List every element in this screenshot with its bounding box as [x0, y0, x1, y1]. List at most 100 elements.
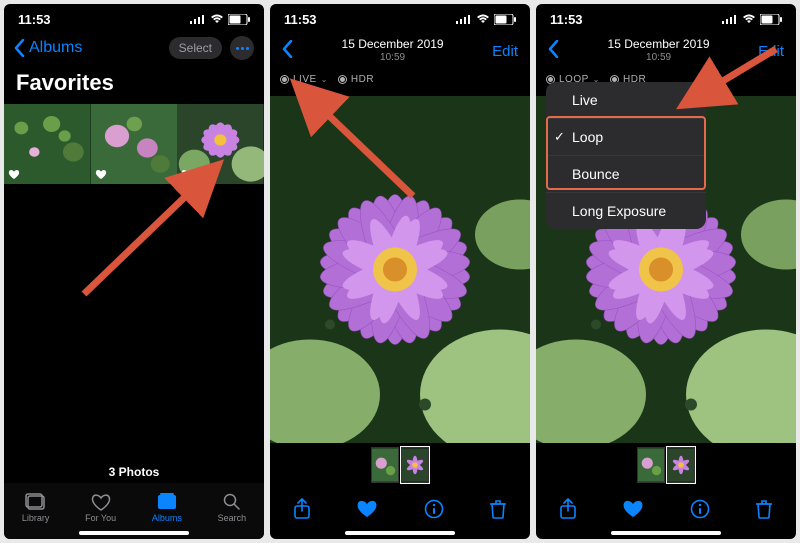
menu-item-bounce[interactable]: Bounce [546, 156, 706, 193]
tab-label: Albums [152, 513, 182, 523]
tab-search[interactable]: Search [218, 493, 247, 523]
tab-for-you[interactable]: For You [85, 493, 116, 523]
tab-library[interactable]: Library [22, 493, 50, 523]
menu-item-long-exposure[interactable]: Long Exposure [546, 193, 706, 229]
delete-button[interactable] [755, 499, 773, 524]
back-button[interactable] [548, 40, 559, 63]
back-button[interactable] [282, 40, 293, 63]
home-indicator[interactable] [611, 531, 721, 535]
favorite-button[interactable] [356, 499, 378, 524]
page-title: Favorites [4, 66, 264, 104]
status-bar: 11:53 [536, 4, 796, 34]
search-icon [223, 493, 241, 511]
date-text: 15 December 2019 [293, 38, 492, 52]
heart-icon [356, 499, 378, 519]
share-icon [559, 498, 577, 520]
signal-icon [456, 14, 472, 24]
photo-count: 3 Photos [4, 465, 264, 479]
filmstrip-thumb[interactable] [401, 447, 429, 483]
tab-label: Library [22, 513, 50, 523]
menu-item-live[interactable]: Live [546, 82, 706, 119]
menu-item-label: Live [572, 92, 598, 108]
info-icon [424, 499, 444, 519]
chevron-left-icon [548, 40, 559, 58]
favorite-icon [8, 169, 20, 180]
trash-icon [755, 499, 773, 519]
menu-item-label: Loop [572, 129, 603, 145]
library-icon [25, 493, 47, 511]
more-button[interactable] [230, 36, 254, 60]
tab-label: For You [85, 513, 116, 523]
wifi-icon [742, 14, 756, 24]
share-button[interactable] [559, 498, 577, 525]
home-indicator[interactable] [79, 531, 189, 535]
chevron-left-icon [14, 39, 25, 57]
battery-icon [760, 14, 782, 25]
live-effect-menu: Live ✓ Loop Bounce Long Exposure [546, 82, 706, 229]
time-text: 10:59 [559, 52, 758, 64]
favorite-icon [95, 169, 107, 180]
status-bar: 11:53 [4, 4, 264, 34]
signal-icon [722, 14, 738, 24]
tab-albums[interactable]: Albums [152, 493, 182, 523]
photo-date: 15 December 2019 10:59 [559, 38, 758, 63]
edit-button[interactable]: Edit [758, 43, 784, 60]
filmstrip[interactable] [270, 447, 530, 485]
filmstrip-thumb[interactable] [637, 447, 665, 483]
status-icons [190, 14, 250, 25]
status-bar: 11:53 [270, 4, 530, 34]
clock: 11:53 [550, 12, 583, 27]
clock: 11:53 [18, 12, 51, 27]
menu-item-loop[interactable]: ✓ Loop [546, 119, 706, 156]
trash-icon [489, 499, 507, 519]
photo-thumb[interactable] [177, 104, 264, 184]
signal-icon [190, 14, 206, 24]
badge-bar: LIVE ⌄ HDR [270, 68, 530, 89]
share-icon [293, 498, 311, 520]
screen-albums: 11:53 Albums Select Favorites [4, 4, 264, 539]
status-icons [456, 14, 516, 25]
live-badge[interactable]: LIVE ⌄ [280, 74, 328, 85]
menu-item-label: Long Exposure [572, 203, 666, 219]
filmstrip[interactable] [536, 447, 796, 485]
photo-date: 15 December 2019 10:59 [293, 38, 492, 63]
hdr-label: HDR [351, 74, 374, 85]
screen-live-menu: 11:53 15 December 2019 10:59 Edit LOOP ⌄ [536, 4, 796, 539]
select-button[interactable]: Select [169, 37, 222, 59]
edit-button[interactable]: Edit [492, 43, 518, 60]
time-text: 10:59 [293, 52, 492, 64]
check-icon: ✓ [554, 129, 565, 145]
photo-header: 15 December 2019 10:59 Edit [536, 34, 796, 68]
photo-header: 15 December 2019 10:59 Edit [270, 34, 530, 68]
delete-button[interactable] [489, 499, 507, 524]
back-label: Albums [29, 39, 82, 57]
filmstrip-thumb[interactable] [667, 447, 695, 483]
screen-photo-view: 11:53 15 December 2019 10:59 Edit LIVE ⌄ [270, 4, 530, 539]
filmstrip-thumb[interactable] [371, 447, 399, 483]
favorite-icon [181, 169, 193, 180]
info-button[interactable] [424, 499, 444, 524]
chevron-left-icon [282, 40, 293, 58]
status-icons [722, 14, 782, 25]
favorite-button[interactable] [622, 499, 644, 524]
ellipsis-icon [236, 47, 249, 50]
chevron-down-icon: ⌄ [321, 75, 328, 84]
hdr-icon [338, 75, 347, 84]
home-indicator[interactable] [345, 531, 455, 535]
menu-item-label: Bounce [572, 166, 619, 182]
tab-label: Search [218, 513, 247, 523]
heart-icon [622, 499, 644, 519]
wifi-icon [476, 14, 490, 24]
info-icon [690, 499, 710, 519]
albums-icon [156, 493, 178, 511]
date-text: 15 December 2019 [559, 38, 758, 52]
photo-thumb[interactable] [4, 104, 91, 184]
info-button[interactable] [690, 499, 710, 524]
for-you-icon [91, 493, 111, 511]
back-albums[interactable]: Albums [14, 39, 82, 57]
photo-thumb[interactable] [91, 104, 178, 184]
wifi-icon [210, 14, 224, 24]
photo-viewer[interactable] [270, 96, 530, 443]
share-button[interactable] [293, 498, 311, 525]
thumbnail-grid [4, 104, 264, 184]
